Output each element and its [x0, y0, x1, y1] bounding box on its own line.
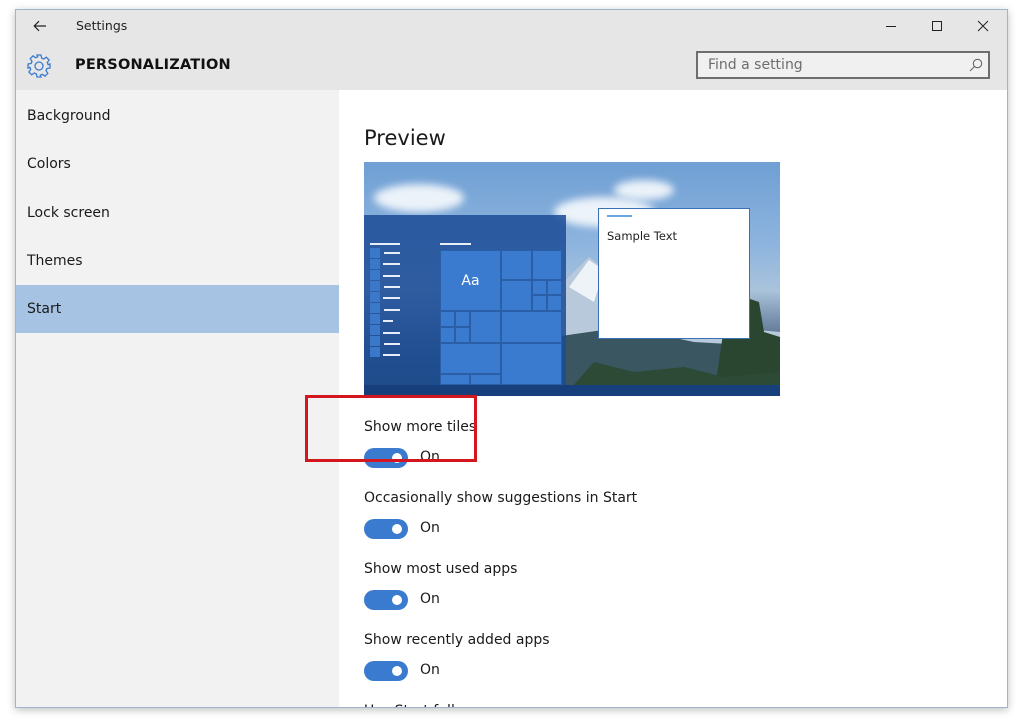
taskbar-preview	[364, 385, 780, 396]
toggle-show-more-tiles[interactable]	[364, 448, 408, 468]
setting-label-show-more-tiles: Show more tiles	[364, 419, 477, 435]
page-title: PERSONALIZATION	[75, 57, 231, 73]
sidebar-item-label: Background	[27, 108, 111, 124]
toggle-knob	[392, 453, 402, 463]
app-list-line	[384, 252, 400, 254]
minimize-button[interactable]	[868, 10, 914, 42]
back-button[interactable]	[24, 12, 56, 40]
sidebar-item-lock-screen[interactable]: Lock screen	[16, 189, 339, 237]
tile	[532, 295, 547, 311]
sidebar-item-label: Lock screen	[27, 205, 110, 221]
app-list-icon	[370, 314, 380, 324]
search-input[interactable]	[698, 53, 968, 77]
toggle-knob	[392, 524, 402, 534]
tile	[501, 343, 562, 385]
toggle-state-text: On	[420, 591, 440, 607]
tiles-header-bar	[440, 243, 471, 245]
setting-label-most-used-apps: Show most used apps	[364, 561, 518, 577]
tile	[440, 311, 455, 327]
tile	[547, 295, 562, 311]
back-arrow-icon	[33, 20, 46, 32]
tile	[532, 250, 562, 280]
tile	[440, 327, 455, 343]
tile	[470, 311, 501, 343]
app-list-icon	[370, 336, 380, 346]
close-icon	[977, 20, 989, 32]
app-list-line	[383, 297, 400, 299]
start-menu-preview: Aa	[364, 215, 566, 385]
app-list-line	[383, 354, 400, 356]
app-list-icon	[370, 292, 380, 302]
toggle-knob	[392, 595, 402, 605]
tile	[440, 374, 470, 385]
toggle-state-text: On	[420, 449, 440, 465]
app-list-line	[383, 320, 393, 322]
toggle-recently-added-apps[interactable]	[364, 661, 408, 681]
app-list-icon	[370, 325, 380, 335]
app-list-line	[383, 275, 400, 277]
tile	[501, 280, 532, 311]
app-list-icon	[370, 303, 380, 313]
page-header: PERSONALIZATION	[16, 42, 1007, 90]
search-box[interactable]	[696, 51, 990, 79]
sample-accent-bar	[607, 215, 632, 217]
toggle-state-text: On	[420, 520, 440, 536]
sidebar-item-label: Start	[27, 301, 62, 317]
tile	[455, 327, 470, 343]
tile	[440, 343, 501, 374]
title-bar: Settings	[16, 10, 1007, 42]
sidebar-nav: Background Colors Lock screen Themes Sta…	[16, 90, 339, 707]
tile	[470, 374, 501, 385]
app-list-icon	[370, 248, 380, 258]
toggle-state-text: On	[420, 662, 440, 678]
sample-text: Sample Text	[607, 229, 678, 243]
sidebar-item-start[interactable]: Start	[16, 285, 339, 333]
app-list-icon	[370, 281, 380, 291]
settings-window: Settings PERSONALIZATION Back	[15, 9, 1008, 708]
toggle-suggestions[interactable]	[364, 519, 408, 539]
app-list-icon	[370, 259, 380, 269]
tile	[501, 311, 562, 343]
tile	[547, 280, 562, 295]
maximize-button[interactable]	[914, 10, 960, 42]
toggle-knob	[392, 666, 402, 676]
setting-label-full-screen: Use Start full screen	[364, 703, 506, 707]
list-header-bar	[370, 243, 400, 245]
sidebar-item-label: Themes	[27, 253, 83, 269]
tile	[532, 280, 547, 295]
window-title: Settings	[76, 18, 128, 33]
app-list-line	[384, 343, 400, 345]
tile-large: Aa	[440, 250, 501, 311]
sidebar-item-label: Colors	[27, 156, 71, 172]
tile-text: Aa	[461, 272, 480, 289]
gear-icon	[27, 54, 51, 78]
app-list-icon	[370, 347, 380, 357]
app-list-icon	[370, 270, 380, 280]
sidebar-item-background[interactable]: Background	[16, 92, 339, 140]
minimize-icon	[886, 26, 896, 27]
sidebar-item-themes[interactable]: Themes	[16, 237, 339, 285]
app-list-line	[384, 286, 400, 288]
search-icon[interactable]	[968, 57, 984, 73]
sidebar-item-colors[interactable]: Colors	[16, 140, 339, 188]
close-button[interactable]	[960, 10, 1006, 42]
app-list-line	[383, 263, 400, 265]
app-list-line	[384, 309, 400, 311]
start-preview: Aa Sample Text	[364, 162, 780, 396]
preview-heading: Preview	[364, 126, 446, 150]
setting-label-recently-added-apps: Show recently added apps	[364, 632, 550, 648]
tile	[455, 311, 470, 327]
app-list-line	[383, 332, 400, 334]
maximize-icon	[932, 21, 942, 31]
setting-label-suggestions: Occasionally show suggestions in Start	[364, 490, 638, 506]
toggle-most-used-apps[interactable]	[364, 590, 408, 610]
main-content: Preview Aa Sample Text Show more tiles O…	[339, 90, 1007, 707]
sample-window: Sample Text	[598, 208, 750, 339]
tile	[501, 250, 532, 280]
